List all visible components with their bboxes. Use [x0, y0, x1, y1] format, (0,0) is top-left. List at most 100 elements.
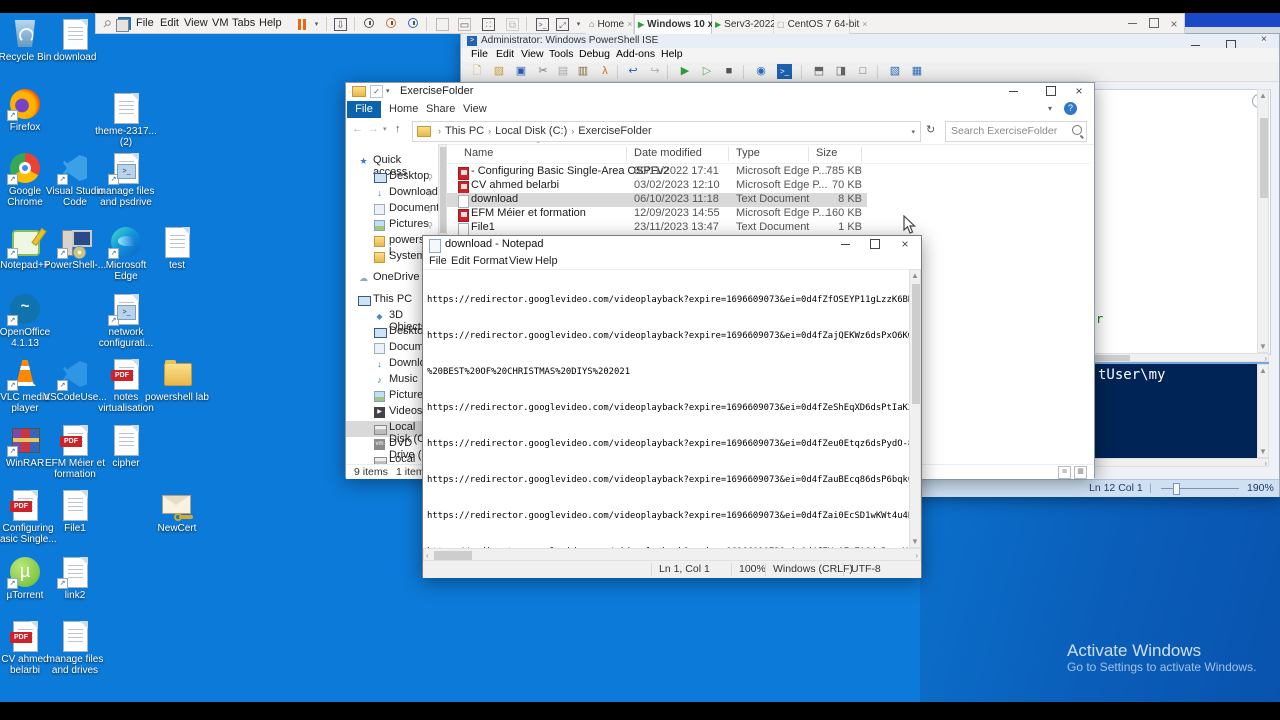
redo-icon[interactable]: ↪: [647, 64, 663, 79]
ise-titlebar[interactable]: > Administrator: Windows PowerShell ISE …: [461, 34, 1279, 50]
ise-menu-help[interactable]: Help: [661, 48, 683, 60]
console-view-icon[interactable]: >_: [536, 18, 549, 31]
ribbon-expand-icon[interactable]: ▾: [1048, 104, 1052, 113]
script-pane-right-icon[interactable]: ◨: [833, 64, 849, 79]
sidebar-item-desktop[interactable]: Desktop ⚲: [346, 170, 438, 186]
desktop-icon-link2[interactable]: link2: [43, 556, 107, 601]
file-row-file1[interactable]: File1 23/11/2023 13:47 Text Document 1 K…: [447, 221, 867, 236]
quick-access-properties-icon[interactable]: ✓: [370, 85, 383, 98]
new-script-icon[interactable]: 🗋: [469, 64, 485, 79]
notepad-menu-help[interactable]: Help: [535, 255, 558, 267]
notepad-menu-edit[interactable]: Edit: [451, 255, 470, 267]
pin-toolbar-icon[interactable]: ⚲: [97, 15, 115, 33]
recent-locations-icon[interactable]: ▾: [383, 125, 387, 133]
notepad-vscrollbar[interactable]: ▲ ▼: [909, 269, 921, 548]
column-header-date[interactable]: Date modified: [634, 147, 702, 159]
send-ctrl-alt-del-icon[interactable]: ⇩: [334, 18, 347, 31]
fit-guest-icon[interactable]: ⤢: [556, 18, 569, 31]
run-selection-icon[interactable]: ▷: [699, 64, 715, 79]
notepad-text-area[interactable]: https://redirector.googlevideo.com/video…: [427, 270, 909, 548]
vm-tab-home[interactable]: ⌂ Home ×: [586, 14, 634, 34]
ise-menu-edit[interactable]: Edit: [496, 48, 514, 60]
notepad-titlebar[interactable]: download - Notepad ×: [423, 236, 921, 254]
search-box[interactable]: Search ExerciseFolder: [945, 121, 1087, 142]
forward-icon[interactable]: →: [368, 123, 379, 135]
explorer-minimize-button[interactable]: [998, 83, 1028, 101]
ise-close-button[interactable]: ×: [1261, 34, 1267, 45]
show-script-pane-icon[interactable]: ▧: [887, 64, 903, 79]
notepad-menu-file[interactable]: File: [429, 255, 447, 267]
vm-menu-tabs[interactable]: Tabs: [232, 17, 255, 29]
breadcrumb-exercisefolder[interactable]: ExerciseFolder: [578, 125, 651, 137]
details-view-icon[interactable]: ≣: [1058, 466, 1071, 479]
explorer-titlebar[interactable]: ✓ ▾ ExerciseFolder ×: [346, 83, 1094, 101]
thumbnail-view-icon[interactable]: ▦: [1074, 466, 1087, 479]
remote-tab-icon[interactable]: ◉: [753, 64, 769, 79]
breadcrumb-this-pc[interactable]: This PC: [445, 125, 484, 137]
show-library-icon[interactable]: [436, 18, 449, 31]
vm-tab-windows10[interactable]: ▶ Windows 10 x64×: [634, 14, 733, 34]
ise-menu-view[interactable]: View: [521, 48, 544, 60]
sidebar-item-pictures[interactable]: Pictures ⚲: [346, 218, 438, 234]
desktop-icon-network-configuration[interactable]: >_ network configurati...: [94, 293, 158, 349]
vm-tab-centos7[interactable]: ▢ CentOS 7 64-bit ×: [774, 14, 868, 34]
vm-menu-edit[interactable]: Edit: [160, 17, 179, 29]
column-header-size[interactable]: Size: [816, 147, 837, 159]
column-header-name[interactable]: Name: [464, 147, 493, 159]
ribbon-tab-view[interactable]: View: [463, 103, 487, 115]
notepad-menu-view[interactable]: View: [509, 255, 533, 267]
file-row-download-selected[interactable]: download 06/10/2023 11:18 Text Document …: [447, 193, 867, 208]
notepad-menu-format[interactable]: Format: [473, 255, 508, 267]
clear-pane-icon[interactable]: λ: [597, 64, 613, 79]
vmware-minimize-button[interactable]: [1124, 18, 1140, 31]
vm-menu-vm[interactable]: VM: [212, 17, 229, 29]
desktop-icon-theme-2317[interactable]: theme-2317... (2): [94, 92, 158, 148]
manage-snapshots-icon[interactable]: [408, 18, 418, 28]
vmware-restore-button[interactable]: [1146, 18, 1162, 31]
desktop-icon-newcert[interactable]: NewCert: [145, 489, 209, 534]
script-pane-top-icon[interactable]: ⬒: [811, 64, 827, 79]
console-vscrollbar[interactable]: ▲ ▼: [1257, 364, 1269, 458]
address-dropdown-icon[interactable]: ▾: [911, 128, 915, 136]
cut-icon[interactable]: ✂: [535, 64, 551, 79]
sidebar-item-quick-access[interactable]: ★ Quick access: [346, 154, 438, 178]
ise-menu-file[interactable]: File: [471, 48, 488, 60]
vm-tab-serv3-2022[interactable]: ▶ Serv3-2022×: [712, 14, 784, 34]
undo-icon[interactable]: ↩: [625, 64, 641, 79]
vm-menu-view[interactable]: View: [184, 17, 208, 29]
notepad-close-button[interactable]: ×: [890, 236, 920, 254]
file-row-cv[interactable]: CV ahmed belarbi 03/02/2023 12:10 Micros…: [447, 179, 867, 194]
show-console-pane-icon[interactable]: ▦: [909, 64, 925, 79]
start-powershell-icon[interactable]: >_: [777, 64, 792, 79]
notepad-hscrollbar[interactable]: ‹ ›: [423, 548, 921, 561]
vmware-close-button[interactable]: ×: [1166, 18, 1182, 31]
fullscreen-icon[interactable]: ⛶: [482, 18, 495, 31]
show-thumbnail-bar-icon[interactable]: ▭: [458, 18, 471, 31]
breadcrumb-local-disk[interactable]: Local Disk (C:): [495, 125, 567, 137]
desktop-icon-file1[interactable]: File1: [43, 489, 107, 534]
vm-menu-file[interactable]: File: [136, 17, 154, 29]
desktop-icon-powershell-lab[interactable]: powershell lab: [145, 358, 209, 403]
desktop-icon-cipher[interactable]: cipher: [94, 424, 158, 469]
ise-menu-debug[interactable]: Debug: [579, 48, 610, 60]
address-bar[interactable]: › This PC › Local Disk (C:) › ExerciseFolder …: [412, 121, 921, 142]
explorer-close-button[interactable]: ×: [1064, 83, 1094, 101]
up-icon[interactable]: ↑: [395, 123, 401, 135]
script-pane-vscrollbar[interactable]: ▲ ▼: [1257, 89, 1269, 353]
suspend-vm-icon[interactable]: [296, 18, 309, 31]
notepad-maximize-button[interactable]: [860, 236, 890, 254]
qat-dropdown-icon[interactable]: ▾: [386, 87, 390, 95]
desktop-icon-manage-files-drives[interactable]: manage files and drives: [43, 620, 107, 676]
help-icon[interactable]: ?: [1064, 102, 1077, 115]
save-icon[interactable]: ▣: [513, 64, 529, 79]
zoom-slider-thumb[interactable]: [1173, 483, 1180, 495]
desktop-icon-test[interactable]: test: [145, 226, 209, 271]
open-script-icon[interactable]: ▨: [491, 64, 507, 79]
desktop-icon-firefox[interactable]: Firefox: [0, 88, 57, 133]
ribbon-tab-file[interactable]: File: [347, 101, 381, 118]
view-dropdown-icon[interactable]: ▾: [572, 18, 585, 31]
unity-mode-icon[interactable]: ⧉: [506, 18, 519, 31]
file-row-ospf[interactable]: - Configuring Basic Single-Area OSPFv2 3…: [447, 165, 867, 180]
vm-menu-help[interactable]: Help: [259, 17, 282, 29]
back-icon[interactable]: ←: [352, 123, 363, 135]
